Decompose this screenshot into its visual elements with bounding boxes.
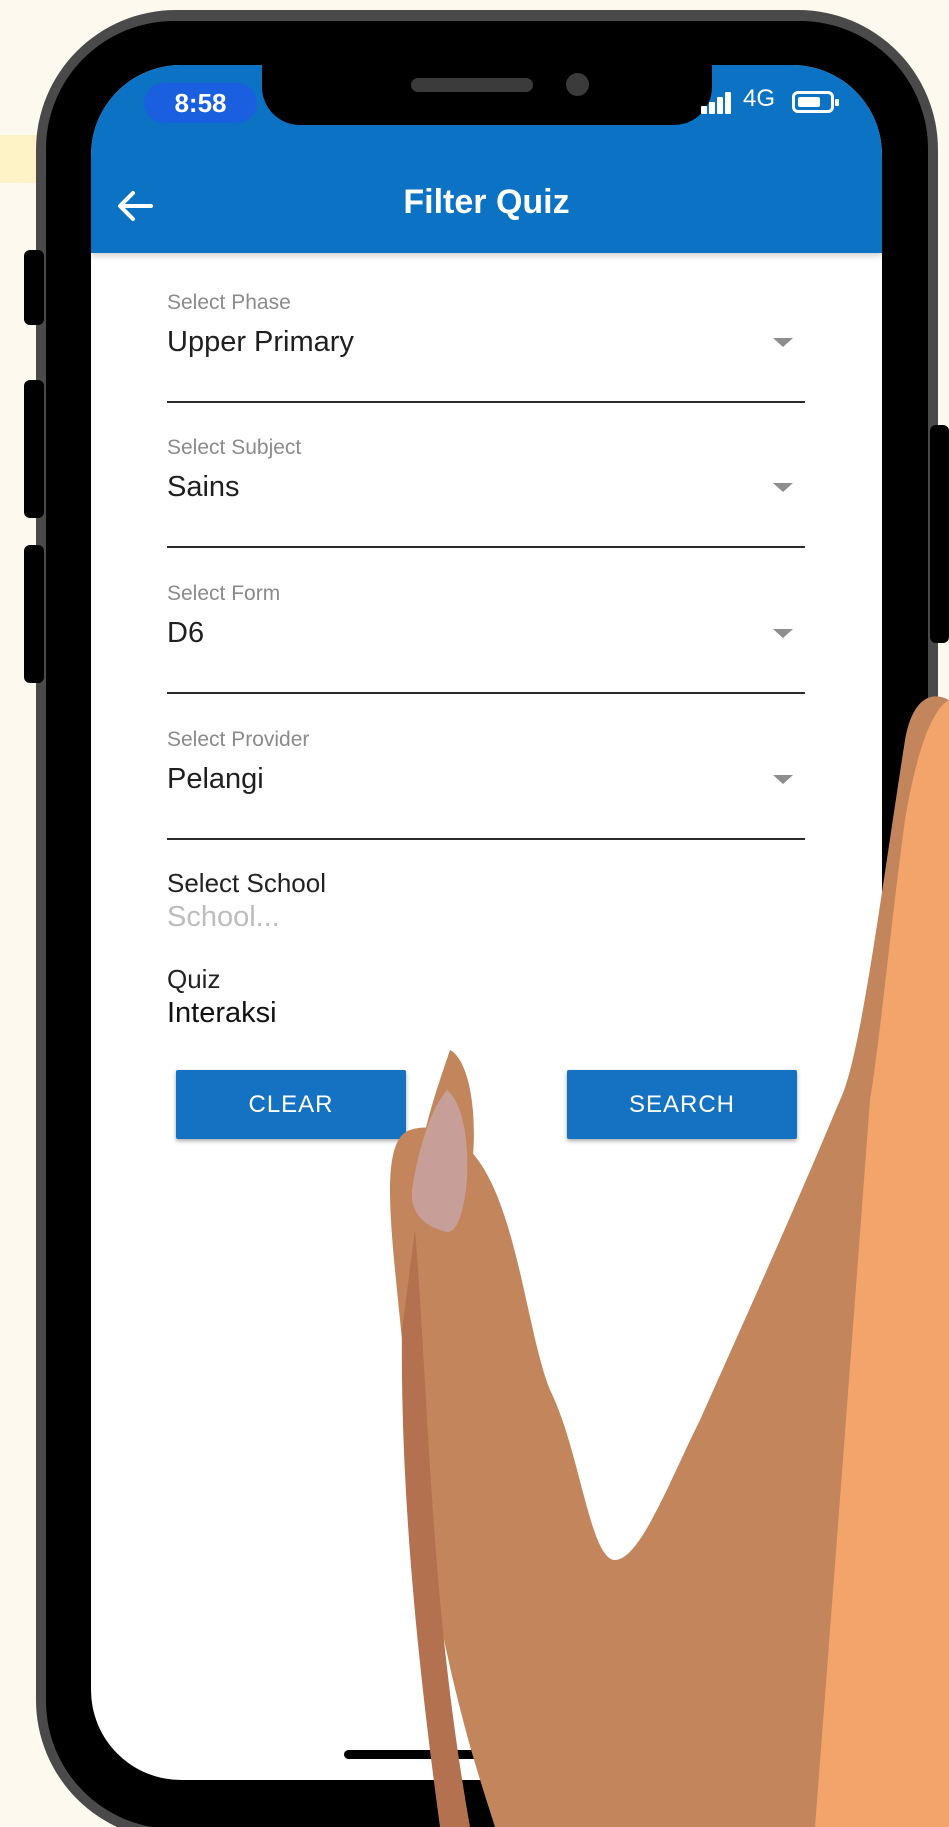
school-input[interactable]: School...: [167, 901, 280, 934]
home-indicator: [344, 1750, 634, 1759]
phone-volume-down-button: [24, 545, 44, 683]
provider-dropdown[interactable]: Select Provider Pelangi: [167, 728, 805, 840]
phase-label: Select Phase: [167, 291, 291, 314]
front-camera: [566, 73, 589, 96]
provider-label: Select Provider: [167, 728, 310, 751]
phone-screen: 8:58 4G Filter Quiz Select Phase Upper P…: [91, 65, 882, 1780]
subject-dropdown[interactable]: Select Subject Sains: [167, 436, 805, 548]
phone-power-button: [930, 425, 949, 643]
phase-dropdown[interactable]: Select Phase Upper Primary: [167, 291, 805, 403]
network-type: 4G: [743, 85, 776, 112]
page-title: Filter Quiz: [403, 183, 570, 221]
form-value: D6: [167, 617, 205, 649]
subject-label: Select Subject: [167, 436, 302, 459]
caret-down-icon: [773, 338, 793, 347]
battery-icon: [792, 91, 839, 113]
caret-down-icon: [773, 629, 793, 638]
provider-value: Pelangi: [167, 763, 264, 795]
caret-down-icon: [773, 775, 793, 784]
phase-value: Upper Primary: [167, 326, 354, 358]
quiz-label: Quiz: [167, 964, 221, 994]
status-time: 8:58: [144, 83, 257, 123]
school-label: Select School: [167, 868, 326, 898]
search-button[interactable]: SEARCH: [567, 1070, 797, 1139]
phone-volume-up-button: [24, 380, 44, 518]
phone-mute-switch: [24, 250, 44, 325]
app-bar: 8:58 4G Filter Quiz: [91, 65, 882, 253]
speaker-grille: [411, 78, 533, 92]
signal-icon: [701, 92, 733, 114]
caret-down-icon: [773, 483, 793, 492]
quiz-value: Interaksi: [167, 997, 277, 1029]
subject-value: Sains: [167, 471, 240, 503]
clear-button[interactable]: CLEAR: [176, 1070, 406, 1139]
phone-notch: [262, 65, 712, 125]
form-dropdown[interactable]: Select Form D6: [167, 582, 805, 694]
form-label: Select Form: [167, 582, 281, 605]
